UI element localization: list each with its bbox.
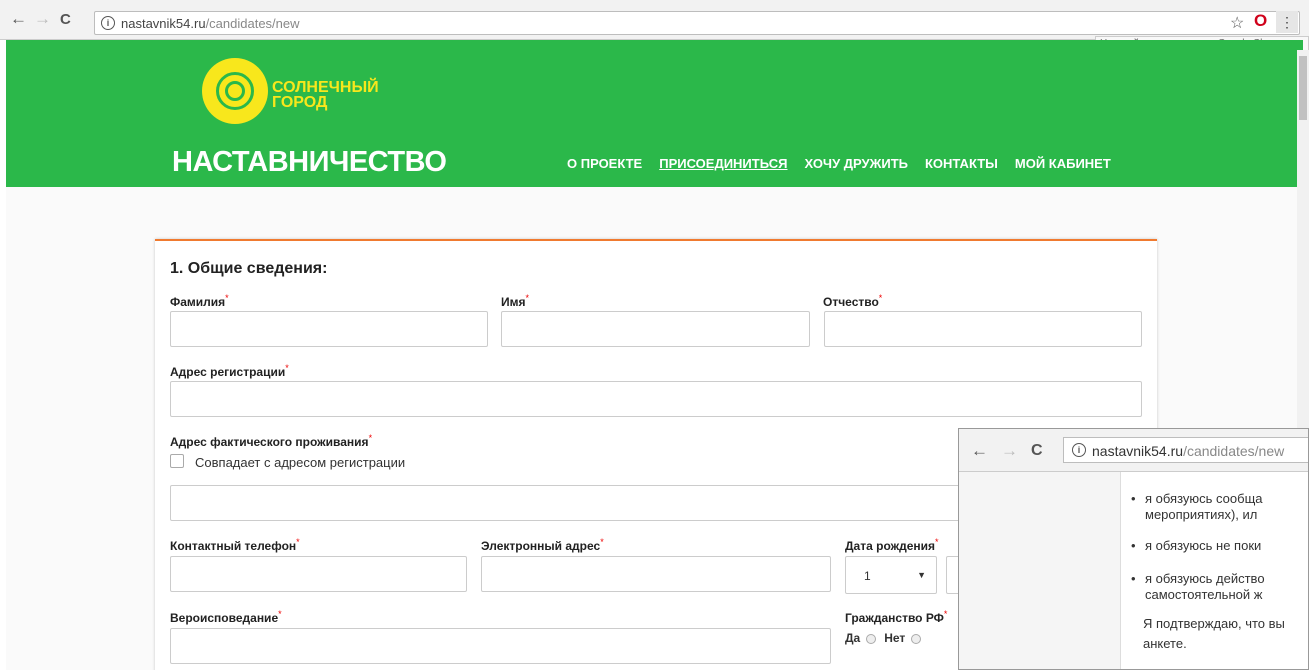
overlay-url-text: nastavnik54.ru/candidates/new [1092, 443, 1285, 459]
nav-join[interactable]: ПРИСОЕДИНИТЬСЯ [659, 156, 787, 171]
overlay-toolbar: ← → C i nastavnik54.ru/candidates/new [959, 429, 1308, 472]
overlay-bullet: • [1131, 491, 1136, 506]
overlay-text-line: самостоятельной ж [1145, 587, 1263, 602]
last-name-field[interactable] [170, 311, 488, 347]
email-label: Электронный адрес* [481, 537, 604, 553]
info-icon[interactable]: i [101, 16, 115, 30]
chevron-down-icon: ▼ [917, 570, 926, 580]
birth-day-select[interactable]: 1 ▼ [845, 556, 937, 594]
overlay-back-icon[interactable]: ← [971, 441, 988, 461]
site-brand[interactable]: НАСТАВНИЧЕСТВО [172, 146, 447, 179]
last-name-label: Фамилия* [170, 293, 229, 309]
overlay-text-line: я обязуюсь сообща [1145, 491, 1263, 506]
scrollbar-thumb[interactable] [1299, 56, 1307, 120]
email-field[interactable] [481, 556, 831, 592]
overlay-text-line: анкете. [1143, 636, 1187, 651]
religion-field[interactable] [170, 628, 831, 664]
menu-icon[interactable]: ⋮ [1276, 11, 1298, 33]
reload-icon[interactable]: C [60, 11, 71, 28]
nav-cabinet[interactable]: МОЙ КАБИНЕТ [1015, 156, 1111, 171]
actual-address-label: Адрес фактического проживания* [170, 433, 373, 449]
nav-contacts[interactable]: КОНТАКТЫ [925, 156, 998, 171]
logo-text[interactable]: СОЛНЕЧНЫЙ ГОРОД [272, 80, 379, 111]
overlay-address-bar[interactable]: i nastavnik54.ru/candidates/new [1063, 437, 1308, 463]
nav-friend[interactable]: ХОЧУ ДРУЖИТЬ [804, 156, 908, 171]
overlay-text-line: Я подтверждаю, что вы [1143, 616, 1285, 631]
back-icon[interactable]: ← [10, 9, 27, 29]
phone-label: Контактный телефон* [170, 537, 300, 553]
forward-icon[interactable]: → [34, 9, 51, 29]
overlay-text-line: мероприятиях), ил [1145, 507, 1258, 522]
section-title: 1. Общие сведения: [170, 260, 328, 277]
overlay-text-line: я обязуюсь не поки [1145, 538, 1262, 553]
site-header: СОЛНЕЧНЫЙ ГОРОД НАСТАВНИЧЕСТВО О ПРОЕКТЕ… [6, 40, 1303, 187]
sun-logo-icon[interactable] [202, 58, 268, 124]
birth-date-label: Дата рождения* [845, 537, 939, 553]
patronymic-label: Отчество* [823, 293, 883, 309]
overlay-info-icon[interactable]: i [1072, 443, 1086, 457]
overlay-reload-icon[interactable]: C [1031, 442, 1043, 460]
overlay-bullet: • [1131, 571, 1136, 586]
star-icon[interactable]: ☆ [1230, 13, 1244, 33]
overlay-forward-icon[interactable]: → [1001, 441, 1018, 461]
opera-icon[interactable]: O [1254, 11, 1267, 31]
overlay-left-panel [959, 472, 1121, 669]
browser-toolbar: ← → C i nastavnik54.ru/candidates/new ☆ … [0, 0, 1309, 40]
citizenship-no-label: Нет [884, 631, 906, 645]
citizenship-no-radio[interactable] [911, 633, 922, 644]
second-browser-window: ← → C i nastavnik54.ru/candidates/new • … [958, 428, 1309, 670]
patronymic-field[interactable] [824, 311, 1142, 347]
address-bar[interactable]: i nastavnik54.ru/candidates/new [94, 11, 1300, 35]
first-name-label: Имя* [501, 293, 530, 309]
phone-field[interactable] [170, 556, 467, 592]
citizenship-label: Гражданство РФ* [845, 609, 948, 625]
reg-address-field[interactable] [170, 381, 1142, 417]
first-name-field[interactable] [501, 311, 810, 347]
overlay-bullet: • [1131, 538, 1136, 553]
url-text: nastavnik54.ru/candidates/new [121, 16, 300, 31]
citizenship-radios: Да Нет [845, 631, 929, 645]
main-nav: О ПРОЕКТЕ ПРИСОЕДИНИТЬСЯ ХОЧУ ДРУЖИТЬ КО… [567, 156, 1111, 171]
citizenship-yes-radio[interactable] [866, 633, 877, 644]
same-address-checkbox[interactable] [170, 454, 184, 468]
overlay-text-line: я обязуюсь действо [1145, 571, 1265, 586]
citizenship-yes-label: Да [845, 631, 861, 645]
nav-about[interactable]: О ПРОЕКТЕ [567, 156, 642, 171]
reg-address-label: Адрес регистрации* [170, 363, 289, 379]
religion-label: Вероисповедание* [170, 609, 282, 625]
same-address-label[interactable]: Совпадает с адресом регистрации [195, 455, 405, 470]
